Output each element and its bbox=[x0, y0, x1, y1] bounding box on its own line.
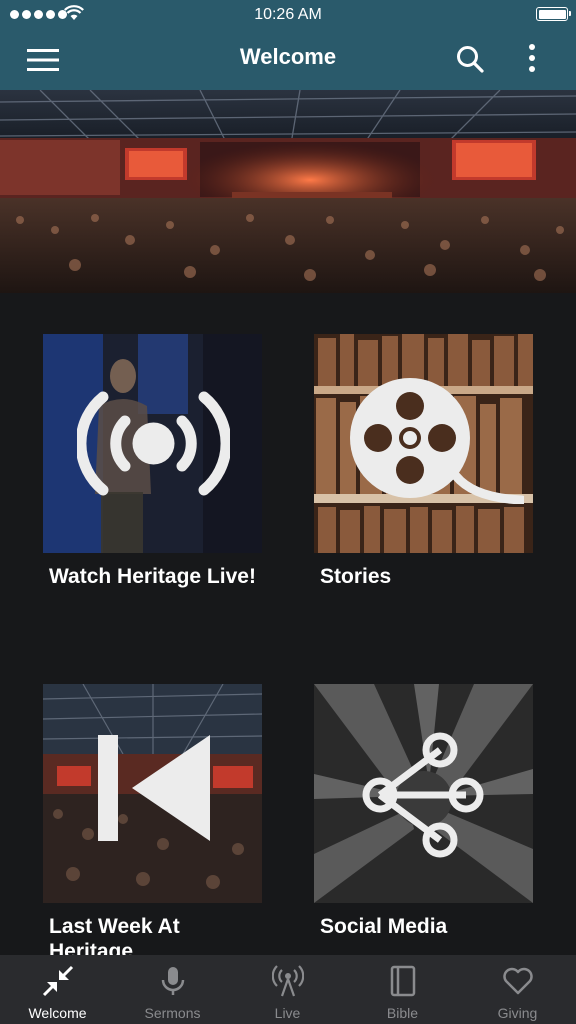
tab-welcome[interactable]: Welcome bbox=[0, 955, 115, 1024]
header: Welcome bbox=[0, 30, 576, 90]
tab-sermons[interactable]: Sermons bbox=[115, 955, 230, 1024]
tab-live[interactable]: Live bbox=[230, 955, 345, 1024]
heart-icon bbox=[503, 967, 533, 995]
tab-label: Live bbox=[274, 1005, 301, 1021]
tab-bar: Welcome Sermons Live Bible Giving bbox=[0, 955, 576, 1024]
film-reel-icon bbox=[350, 378, 524, 504]
tab-label: Sermons bbox=[144, 1005, 201, 1021]
more-options-icon[interactable] bbox=[520, 42, 544, 76]
status-bar: 10:26 AM bbox=[0, 0, 576, 30]
tab-giving[interactable]: Giving bbox=[460, 955, 575, 1024]
tab-label: Giving bbox=[497, 1005, 538, 1021]
tab-label: Welcome bbox=[28, 1005, 87, 1021]
skip-back-icon bbox=[98, 735, 210, 841]
tile-label: Stories bbox=[320, 565, 392, 588]
book-icon bbox=[390, 965, 416, 997]
battery-icon bbox=[536, 7, 571, 21]
microphone-icon bbox=[161, 967, 185, 995]
search-icon[interactable] bbox=[455, 44, 485, 74]
tab-label: Bible bbox=[386, 1005, 419, 1021]
collapse-arrows-icon bbox=[42, 965, 74, 997]
tab-bible[interactable]: Bible bbox=[345, 955, 460, 1024]
tile-label: Watch Heritage Live! bbox=[49, 565, 256, 588]
page-title: Welcome bbox=[239, 44, 337, 69]
broadcast-icon bbox=[77, 391, 230, 496]
tile-label: Social Media bbox=[320, 915, 448, 938]
hero-image bbox=[0, 90, 576, 293]
status-time: 10:26 AM bbox=[254, 6, 322, 23]
share-icon bbox=[362, 732, 484, 858]
antenna-icon bbox=[272, 965, 304, 997]
